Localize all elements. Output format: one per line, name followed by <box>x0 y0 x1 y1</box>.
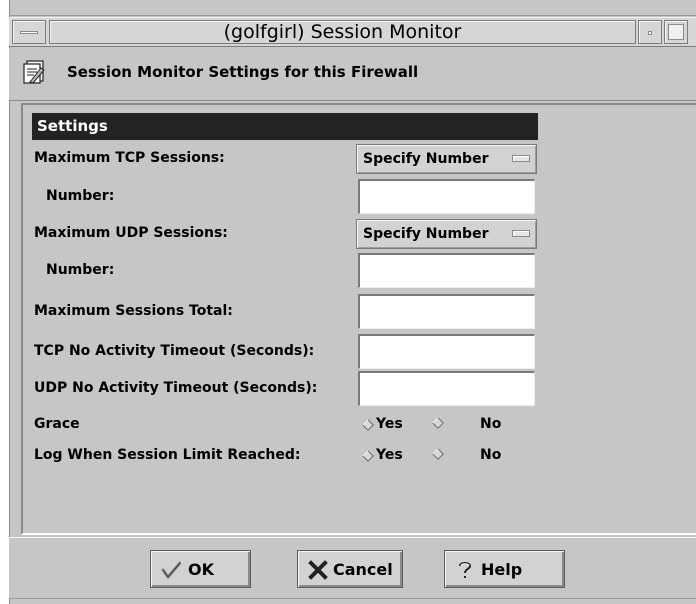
udp-timeout-label: UDP No Activity Timeout (Seconds): <box>34 380 318 396</box>
window-menu-button[interactable] <box>12 20 46 44</box>
max-udp-option-menu[interactable]: Specify Number <box>356 219 537 249</box>
maximize-button[interactable] <box>664 20 688 44</box>
tcp-number-label: Number: <box>46 188 115 204</box>
help-button[interactable]: Help <box>444 550 565 588</box>
title-bar[interactable]: (golfgirl) Session Monitor <box>9 17 696 47</box>
max-udp-label: Maximum UDP Sessions: <box>34 225 228 241</box>
max-tcp-label: Maximum TCP Sessions: <box>34 150 225 166</box>
settings-section-header: Settings <box>32 113 538 140</box>
minimize-icon <box>648 31 652 35</box>
udp-timeout-field[interactable] <box>358 371 535 406</box>
udp-number-field[interactable] <box>358 253 535 288</box>
settings-panel: Settings Maximum TCP Sessions: Specify N… <box>21 103 696 535</box>
log-limit-no-radio[interactable] <box>432 448 444 460</box>
grace-yes-label[interactable]: Yes <box>376 416 403 432</box>
window-resize-edge-bottom[interactable] <box>10 598 696 604</box>
max-tcp-option-value: Specify Number <box>363 151 489 167</box>
dialog-header: Session Monitor Settings for this Firewa… <box>9 48 696 101</box>
max-total-field[interactable] <box>358 294 535 329</box>
window-title[interactable]: (golfgirl) Session Monitor <box>49 20 636 44</box>
settings-document-icon <box>23 60 45 84</box>
tcp-timeout-label: TCP No Activity Timeout (Seconds): <box>34 343 315 359</box>
checkmark-icon <box>161 561 181 579</box>
log-limit-no-label[interactable]: No <box>480 447 501 463</box>
log-limit-yes-radio[interactable] <box>362 450 374 462</box>
grace-no-radio[interactable] <box>432 417 444 429</box>
help-button-label: Help <box>481 560 523 579</box>
tcp-timeout-field[interactable] <box>358 334 535 369</box>
max-udp-option-value: Specify Number <box>363 226 489 242</box>
log-limit-yes-label[interactable]: Yes <box>376 447 403 463</box>
grace-no-label[interactable]: No <box>480 416 501 432</box>
dialog-button-bar: OK Cancel Help <box>9 537 696 598</box>
minimize-button[interactable] <box>638 20 662 44</box>
log-limit-label: Log When Session Limit Reached: <box>34 447 301 463</box>
tcp-number-field[interactable] <box>358 179 535 214</box>
option-menu-indicator-icon <box>512 230 530 237</box>
x-icon <box>308 560 328 580</box>
ok-button[interactable]: OK <box>150 550 251 588</box>
cancel-button-label: Cancel <box>333 560 393 579</box>
udp-number-label: Number: <box>46 262 115 278</box>
option-menu-indicator-icon <box>512 155 530 162</box>
grace-yes-radio[interactable] <box>362 419 374 431</box>
cancel-button[interactable]: Cancel <box>297 550 403 588</box>
max-total-label: Maximum Sessions Total: <box>34 303 233 319</box>
window-menu-icon <box>20 31 38 34</box>
dialog-heading: Session Monitor Settings for this Firewa… <box>67 63 419 81</box>
maximize-icon <box>668 24 684 40</box>
window-resize-edge-top[interactable] <box>10 0 696 16</box>
max-tcp-option-menu[interactable]: Specify Number <box>356 144 537 174</box>
grace-label: Grace <box>34 416 80 432</box>
question-icon <box>459 562 472 578</box>
ok-button-label: OK <box>188 560 214 579</box>
